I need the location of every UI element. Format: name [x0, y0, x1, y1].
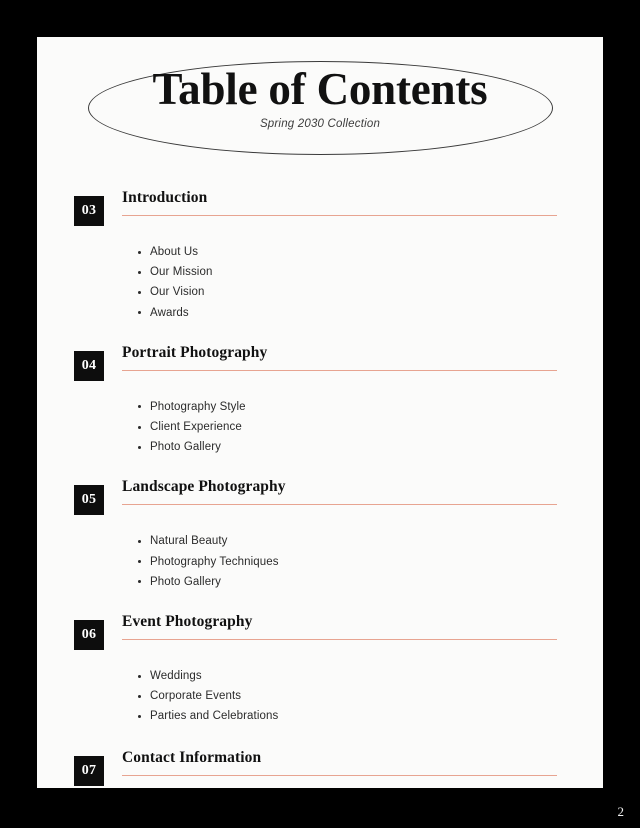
- page-sheet: Table of Contents Spring 2030 Collection…: [37, 37, 603, 788]
- section-title[interactable]: Introduction: [122, 189, 207, 207]
- section-title[interactable]: Portrait Photography: [122, 344, 267, 362]
- list-item[interactable]: Our Mission: [37, 262, 594, 282]
- toc-entry-header: 03 Introduction: [37, 189, 594, 227]
- toc-entry-07[interactable]: 07 Contact Information: [37, 749, 594, 787]
- section-divider-rule: [122, 215, 557, 216]
- toc-entry-03[interactable]: 03 Introduction About Us Our Mission Our…: [37, 189, 594, 323]
- list-item[interactable]: Photo Gallery: [37, 572, 594, 592]
- section-number-badge: 07: [74, 755, 104, 786]
- list-item[interactable]: Our Vision: [37, 282, 594, 302]
- subsection-list: Photography Style Client Experience Phot…: [37, 382, 594, 458]
- section-title[interactable]: Landscape Photography: [122, 478, 286, 496]
- toc-entry-header: 05 Landscape Photography: [37, 478, 594, 516]
- subsection-list: Weddings Corporate Events Parties and Ce…: [37, 651, 594, 727]
- page-title: Table of Contents: [152, 64, 488, 114]
- page-number: 2: [617, 804, 625, 819]
- list-item[interactable]: Corporate Events: [37, 686, 594, 706]
- list-item[interactable]: About Us: [37, 242, 594, 262]
- toc-entry-04[interactable]: 04 Portrait Photography Photography Styl…: [37, 344, 594, 458]
- section-number-badge: 06: [74, 620, 104, 651]
- section-divider-rule: [122, 639, 557, 641]
- list-item[interactable]: Photography Style: [37, 397, 594, 417]
- toc-section-list: 03 Introduction About Us Our Mission Our…: [37, 189, 603, 787]
- section-number-badge: 05: [74, 485, 104, 516]
- toc-entry-header: 07 Contact Information: [37, 749, 594, 787]
- section-divider-rule: [122, 774, 557, 776]
- subsection-list: About Us Our Mission Our Vision Awards: [37, 227, 594, 323]
- title-block: Table of Contents Spring 2030 Collection: [37, 64, 603, 130]
- toc-entry-header: 06 Event Photography: [37, 613, 594, 651]
- toc-entry-06[interactable]: 06 Event Photography Weddings Corporate …: [37, 613, 594, 727]
- list-item[interactable]: Photo Gallery: [37, 437, 594, 457]
- list-item[interactable]: Parties and Celebrations: [37, 706, 594, 726]
- list-item[interactable]: Client Experience: [37, 417, 594, 437]
- section-title[interactable]: Contact Information: [122, 749, 261, 767]
- section-divider-rule: [122, 504, 557, 506]
- list-item[interactable]: Photography Techniques: [37, 552, 594, 572]
- section-divider-rule: [122, 369, 557, 371]
- toc-entry-05[interactable]: 05 Landscape Photography Natural Beauty …: [37, 478, 594, 592]
- document-header: Table of Contents Spring 2030 Collection: [37, 37, 603, 165]
- subsection-list: Natural Beauty Photography Techniques Ph…: [37, 516, 594, 592]
- list-item[interactable]: Natural Beauty: [37, 531, 594, 551]
- page-subtitle: Spring 2030 Collection: [259, 117, 381, 130]
- section-number-badge: 04: [74, 350, 104, 381]
- list-item[interactable]: Weddings: [37, 666, 594, 686]
- toc-entry-header: 04 Portrait Photography: [37, 344, 594, 382]
- section-title[interactable]: Event Photography: [122, 613, 252, 631]
- list-item[interactable]: Awards: [37, 303, 594, 323]
- section-number-badge: 03: [74, 196, 104, 226]
